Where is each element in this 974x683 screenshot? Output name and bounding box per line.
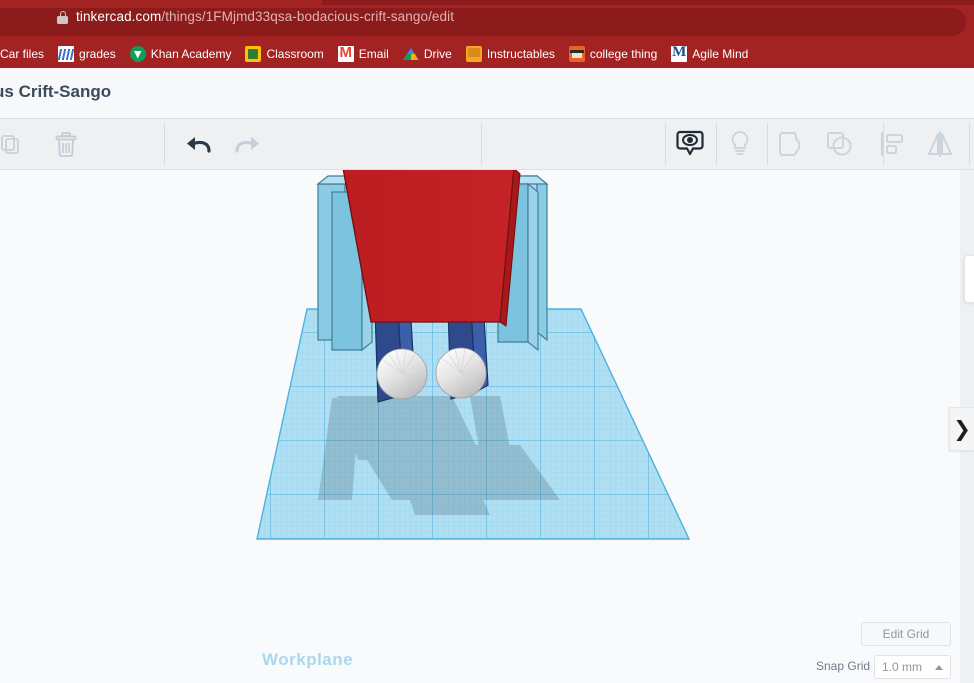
bookmark-classroom[interactable]: Classroom (239, 44, 329, 64)
toolbar-view-group (666, 119, 974, 169)
delete-button[interactable] (42, 119, 90, 169)
body-front-face (342, 170, 515, 323)
bookmark-label: college thing (589, 47, 658, 61)
bookmark-label: Drive (423, 47, 452, 61)
omnibox-row: tinkercad.com/things/1FMjmd33qsa-bodacio… (0, 5, 974, 38)
hide-others-button[interactable] (716, 119, 764, 169)
design-title[interactable]: acious Crift-Sango (0, 82, 111, 102)
redo-button[interactable] (223, 119, 271, 169)
khan-academy-favicon (129, 46, 146, 62)
right-eye[interactable] (435, 347, 487, 399)
left-eye[interactable] (376, 348, 428, 400)
align-button[interactable] (868, 119, 916, 169)
right-panel-card[interactable] (964, 255, 974, 303)
snap-grid-value: 1.0 mm (882, 660, 923, 674)
ungroup-button[interactable] (816, 119, 864, 169)
duplicate-button[interactable] (0, 119, 34, 169)
bookmark-label: Khan Academy (150, 47, 232, 61)
show-hide-button[interactable] (666, 119, 714, 169)
bookmark-email[interactable]: Email (332, 44, 395, 64)
lock-icon (57, 11, 68, 24)
snap-grid-label: Snap Grid (816, 659, 871, 673)
workplane-label: Workplane (262, 650, 354, 669)
ungroup-icon (827, 132, 852, 156)
3d-viewport[interactable]: Workplane (0, 170, 960, 683)
bookmark-grades[interactable]: grades (52, 44, 122, 64)
trash-icon (55, 132, 77, 157)
bookmark-instructables[interactable]: Instructables (460, 44, 561, 64)
bookmark-label: grades (79, 47, 116, 61)
mirror-icon (928, 131, 952, 157)
url-text[interactable]: tinkercad.com/things/1FMjmd33qsa-bodacio… (76, 9, 454, 24)
bookmarks-bar: Car files grades Khan Academy Classroom … (0, 40, 974, 68)
app-title-bar: acious Crift-Sango (0, 68, 974, 118)
grades-favicon (58, 46, 75, 62)
edit-grid-button[interactable]: Edit Grid (861, 622, 951, 646)
editor-toolbar (0, 118, 974, 170)
url-domain: tinkercad.com (76, 9, 162, 24)
undo-icon (187, 137, 211, 153)
show-hide-icon (676, 130, 704, 156)
robot-model[interactable] (0, 170, 960, 683)
group-icon (779, 132, 801, 156)
bookmark-car-files[interactable]: Car files (0, 45, 50, 63)
undo-button[interactable] (175, 119, 223, 169)
instructables-favicon (465, 46, 482, 62)
bookmark-label: Car files (0, 47, 45, 61)
caret-up-icon (935, 664, 943, 670)
panel-expander-button[interactable]: ❯ (949, 407, 974, 451)
mirror-button[interactable] (916, 119, 964, 169)
lightbulb-icon (731, 130, 749, 155)
college-thing-favicon (568, 46, 585, 62)
agile-mind-favicon (671, 44, 688, 62)
bookmark-label: Instructables (486, 47, 555, 61)
redo-icon (235, 137, 259, 153)
bookmark-label: Agile Mind (692, 47, 749, 61)
gmail-favicon (337, 44, 354, 62)
toolbar-separator (164, 123, 165, 165)
browser-chrome: tinkercad.com/things/1FMjmd33qsa-bodacio… (0, 0, 974, 68)
bookmark-label: Email (358, 47, 389, 61)
toolbar-separator (481, 123, 482, 165)
toolbar-history-group (175, 119, 271, 169)
bookmark-drive[interactable]: Drive (397, 44, 458, 64)
bookmark-khan-academy[interactable]: Khan Academy (124, 44, 238, 64)
toolbar-left-group (0, 119, 90, 169)
duplicate-icon (1, 135, 19, 154)
tinkercad-browser-window: tinkercad.com/things/1FMjmd33qsa-bodacio… (0, 0, 974, 683)
group-button[interactable] (768, 119, 816, 169)
toolbar-separator (716, 123, 717, 165)
google-classroom-favicon (245, 46, 262, 62)
bookmark-college-thing[interactable]: college thing (563, 44, 663, 64)
toolbar-separator (883, 123, 884, 165)
toolbar-separator (969, 123, 970, 165)
bookmark-agile-mind[interactable]: Agile Mind (665, 44, 754, 64)
bookmark-label: Classroom (266, 47, 324, 61)
toolbar-separator (767, 123, 768, 165)
url-path: /things/1FMjmd33qsa-bodacious-crift-sang… (161, 9, 455, 24)
extra-tool-button[interactable] (970, 119, 974, 169)
body[interactable] (342, 170, 521, 327)
google-drive-favicon (402, 46, 419, 62)
snap-grid-select[interactable]: 1.0 mm (874, 655, 951, 679)
